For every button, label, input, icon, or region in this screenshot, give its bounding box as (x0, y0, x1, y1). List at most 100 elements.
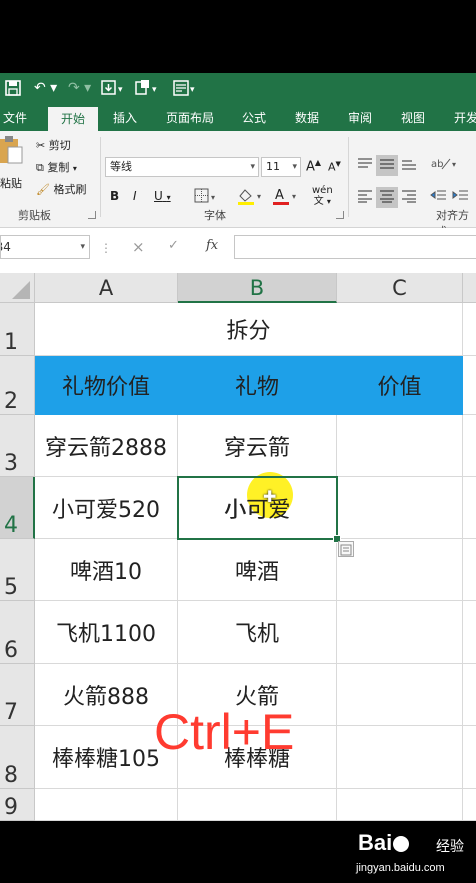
align-top-icon[interactable] (356, 157, 374, 174)
svg-text:ab: ab (431, 159, 443, 170)
data-cell-b6[interactable]: 飞机 (178, 601, 337, 664)
row-header-4[interactable]: 4 (0, 477, 35, 539)
tab-file[interactable]: 文件 (0, 105, 30, 131)
data-cell-c5[interactable] (337, 539, 463, 601)
svg-text:▾: ▾ (211, 193, 215, 202)
orientation-icon[interactable]: ab ▾ (430, 155, 460, 174)
cancel-icon[interactable]: × (132, 238, 145, 256)
column-header-d[interactable] (463, 273, 476, 303)
decrease-indent-icon[interactable] (430, 189, 448, 206)
data-cell-c3[interactable] (337, 415, 463, 477)
watermark-url: jingyan.baidu.com (356, 862, 445, 874)
font-name-combo[interactable]: 等线 ▾ (105, 157, 259, 177)
data-cell-b3[interactable]: 穿云箭 (178, 415, 337, 477)
cut-button[interactable]: ✂ 剪切 (36, 137, 71, 153)
font-size-combo[interactable]: 11 ▾ (261, 157, 301, 177)
column-header-c[interactable]: C (337, 273, 463, 303)
bold-button[interactable]: B (110, 189, 119, 203)
borders-icon[interactable]: ▾ (194, 188, 220, 207)
phonetic-guide-button[interactable]: wén 文 ▾ (312, 185, 333, 207)
cell[interactable] (463, 356, 476, 415)
formula-bar: B4 ▾ ⋮ × ✓ fx (0, 228, 476, 268)
enter-icon[interactable]: ✓ (168, 238, 179, 253)
form-icon[interactable]: ▾ (172, 79, 198, 97)
sheet-title-cell[interactable]: 拆分 (35, 303, 463, 356)
save-icon[interactable] (4, 79, 22, 97)
formula-input[interactable] (234, 235, 476, 259)
tab-review[interactable]: 审阅 (342, 105, 378, 131)
tab-view[interactable]: 视图 (395, 105, 431, 131)
header-cell-b2[interactable]: 礼物 (178, 356, 337, 415)
cell[interactable] (463, 601, 476, 664)
data-cell-b5[interactable]: 啤酒 (178, 539, 337, 601)
row-header-8[interactable]: 8 (0, 726, 35, 789)
download-icon[interactable]: ▾ (100, 79, 126, 97)
align-left-icon[interactable] (356, 189, 374, 206)
cell[interactable] (35, 789, 178, 821)
row-header-7[interactable]: 7 (0, 664, 35, 726)
cell[interactable] (463, 789, 476, 821)
grow-font-icon[interactable]: A▲ (306, 158, 321, 174)
flash-fill-options-icon[interactable] (338, 541, 354, 557)
italic-button[interactable]: I (133, 189, 137, 203)
font-color-icon[interactable]: A ▾ (271, 186, 301, 209)
format-painter-button[interactable]: 🖌 格式刷 (36, 181, 86, 197)
cell[interactable] (463, 477, 476, 539)
fill-color-icon[interactable]: ▾ (236, 186, 266, 209)
tab-formulas[interactable]: 公式 (236, 105, 272, 131)
align-right-icon[interactable] (400, 189, 418, 206)
clipboard-launcher-icon[interactable] (88, 211, 96, 219)
data-cell-a3[interactable]: 穿云箭2888 (35, 415, 178, 477)
cell[interactable] (463, 415, 476, 477)
cell[interactable] (463, 303, 476, 356)
row-header-2[interactable]: 2 (0, 356, 35, 415)
header-cell-a2[interactable]: 礼物价值 (35, 356, 178, 415)
redo-icon[interactable]: ↷ ▾ (68, 79, 91, 97)
tab-page-layout[interactable]: 页面布局 (160, 105, 220, 131)
data-cell-c7[interactable] (337, 664, 463, 726)
cell[interactable] (463, 539, 476, 601)
underline-button[interactable]: U ▾ (154, 189, 171, 203)
cell[interactable] (463, 726, 476, 789)
paste-icon[interactable] (0, 135, 24, 165)
clipboard-group-label: 剪贴板 (18, 209, 51, 222)
row-header-9[interactable]: 9 (0, 789, 35, 821)
align-bottom-icon[interactable] (400, 157, 418, 174)
data-cell-a4[interactable]: 小可爱520 (35, 477, 178, 539)
paste-label[interactable]: 粘贴 (0, 175, 22, 191)
excel-window: ↶ ▾ ↷ ▾ ▾ ▾ ▾ 文件 开始 插入 页面布局 公式 数据 审阅 视图 … (0, 73, 476, 821)
data-cell-c8[interactable] (337, 726, 463, 789)
select-all-button[interactable] (0, 273, 35, 303)
copy-button[interactable]: ⧉ 复制 ▾ (36, 159, 77, 175)
align-center-icon[interactable] (376, 187, 398, 208)
row-header-1[interactable]: 1 (0, 303, 35, 356)
column-header-b[interactable]: B (178, 273, 337, 303)
insert-function-button[interactable]: fx (206, 238, 218, 253)
row-header-6[interactable]: 6 (0, 601, 35, 664)
print-preview-icon[interactable]: ▾ (134, 79, 160, 97)
ribbon-separator (348, 137, 349, 217)
row-header-3[interactable]: 3 (0, 415, 35, 477)
data-cell-a6[interactable]: 飞机1100 (35, 601, 178, 664)
column-header-a[interactable]: A (35, 273, 178, 303)
header-cell-c2[interactable]: 价值 (337, 356, 463, 415)
tab-home[interactable]: 开始 (48, 107, 98, 131)
more-icon: ⋮ (100, 241, 112, 255)
tab-developer[interactable]: 开发 (448, 105, 476, 131)
cell[interactable] (463, 664, 476, 726)
brush-icon: 🖌 (36, 183, 50, 196)
name-box[interactable]: B4 ▾ (0, 235, 90, 259)
cell[interactable] (337, 789, 463, 821)
undo-icon[interactable]: ↶ ▾ (34, 79, 57, 97)
shrink-font-icon[interactable]: A▼ (328, 160, 341, 174)
data-cell-a5[interactable]: 啤酒10 (35, 539, 178, 601)
align-middle-icon[interactable] (376, 155, 398, 176)
increase-indent-icon[interactable] (452, 189, 470, 206)
data-cell-c4[interactable] (337, 477, 463, 539)
data-cell-c6[interactable] (337, 601, 463, 664)
cell[interactable] (178, 789, 337, 821)
tab-insert[interactable]: 插入 (107, 105, 143, 131)
tab-data[interactable]: 数据 (289, 105, 325, 131)
font-launcher-icon[interactable] (336, 211, 344, 219)
row-header-5[interactable]: 5 (0, 539, 35, 601)
